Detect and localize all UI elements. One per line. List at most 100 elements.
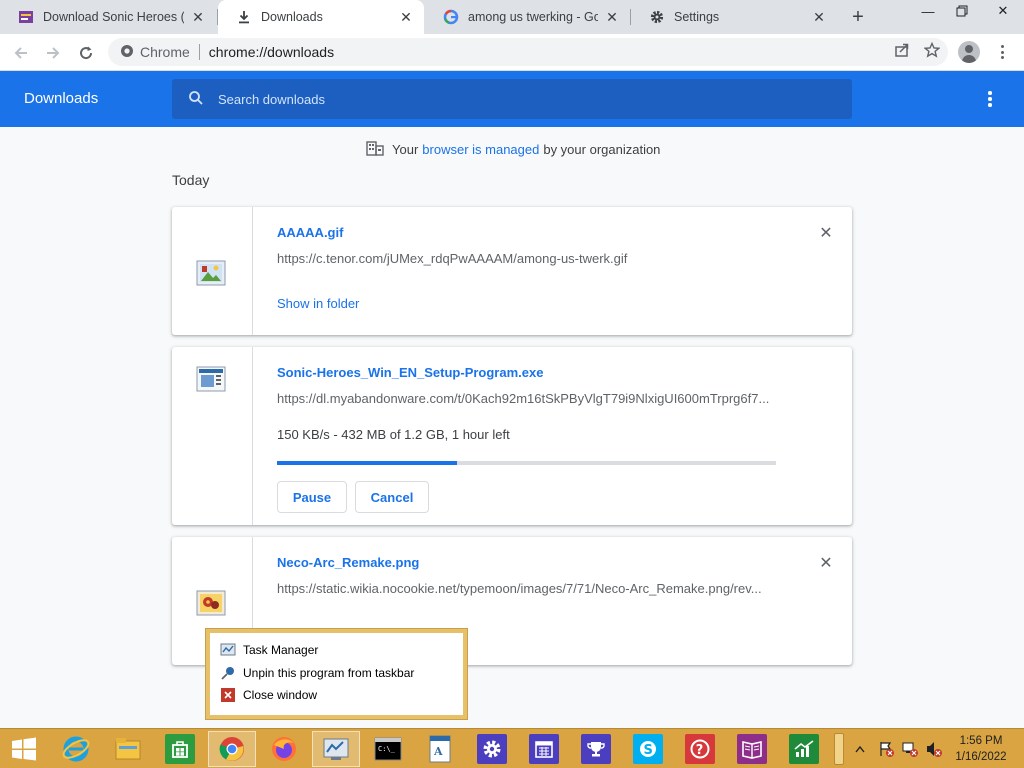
reload-icon[interactable] (73, 40, 99, 66)
minimize-icon[interactable]: — (912, 0, 944, 22)
tab-google-search[interactable]: among us twerking - Google Search ✕ (425, 0, 630, 34)
tab-close-icon[interactable]: ✕ (190, 9, 206, 25)
trophy-taskbar-icon[interactable] (572, 731, 620, 767)
file-name-link[interactable]: Neco-Arc_Remake.png (277, 555, 419, 570)
file-url[interactable]: https://static.wikia.nocookie.net/typemo… (277, 581, 777, 596)
firefox-taskbar-icon[interactable] (260, 731, 308, 767)
close-window-icon (220, 687, 236, 703)
managed-link[interactable]: browser is managed (422, 142, 539, 157)
search-downloads-input[interactable]: Search downloads (172, 79, 852, 119)
sonic-favicon-icon (18, 9, 34, 25)
remove-item-close-icon[interactable]: ✕ (818, 555, 834, 572)
clock-time: 1:56 PM (959, 735, 1003, 747)
restore-icon[interactable] (946, 0, 978, 22)
managed-notice: Your browser is managed by your organiza… (366, 140, 660, 159)
volume-muted-icon[interactable] (922, 740, 946, 758)
file-url[interactable]: https://dl.myabandonware.com/t/0Kach92m1… (277, 391, 777, 406)
file-name-link[interactable]: AAAAA.gif (277, 225, 343, 240)
url-text[interactable]: chrome://downloads (209, 44, 334, 60)
jump-list-label: Task Manager (243, 643, 319, 658)
jump-list-close-window[interactable]: Close window (220, 684, 453, 707)
task-manager-icon (220, 642, 236, 658)
tab-sonic-heroes[interactable]: Download Sonic Heroes (Windows) ✕ (0, 0, 216, 34)
browser-toolbar: Chrome chrome://downloads (0, 34, 1024, 71)
jump-list-task-manager[interactable]: Task Manager (220, 639, 453, 662)
task-manager-taskbar-icon[interactable] (312, 731, 360, 767)
svg-text:A: A (433, 745, 443, 758)
network-icon[interactable] (898, 740, 922, 758)
tab-close-icon[interactable]: ✕ (811, 9, 827, 25)
tab-close-icon[interactable]: ✕ (398, 9, 414, 25)
cancel-button[interactable]: Cancel (355, 481, 429, 513)
omnibox-divider (198, 44, 200, 60)
wordpad-taskbar-icon[interactable]: A (416, 731, 464, 767)
progress-fill (277, 461, 457, 465)
clock-date: 1/16/2022 (955, 751, 1007, 763)
file-name-link[interactable]: Sonic-Heroes_Win_EN_Setup-Program.exe (277, 365, 543, 380)
downloads-menu-icon[interactable] (982, 89, 998, 109)
bookmark-star-icon[interactable] (923, 41, 941, 62)
calendar-taskbar-icon[interactable] (520, 731, 568, 767)
settings-app-taskbar-icon[interactable] (468, 731, 516, 767)
chrome-taskbar-icon[interactable] (208, 731, 256, 767)
date-section-label: Today (172, 172, 210, 188)
tab-title: Download Sonic Heroes (Windows) (43, 10, 184, 24)
exe-file-icon (196, 366, 226, 392)
chrome-site-icon (120, 44, 134, 61)
download-item: AAAAA.gif https://c.tenor.com/jUMex_rdqP… (172, 207, 852, 335)
gear-icon (649, 9, 665, 25)
tab-downloads[interactable]: Downloads ✕ (218, 0, 424, 34)
help-taskbar-icon[interactable]: ? (676, 731, 724, 767)
remove-item-close-icon[interactable]: ✕ (818, 225, 834, 242)
file-url[interactable]: https://c.tenor.com/jUMex_rdqPwAAAAM/amo… (277, 251, 777, 266)
google-icon (443, 9, 459, 25)
profile-avatar-icon[interactable] (958, 41, 980, 63)
start-button[interactable] (0, 731, 48, 767)
download-status: 150 KB/s - 432 MB of 1.2 GB, 1 hour left (277, 427, 510, 442)
taskbar-scroll-handle[interactable] (832, 731, 846, 767)
finance-taskbar-icon[interactable] (780, 731, 828, 767)
back-arrow-icon[interactable] (8, 40, 34, 66)
download-progress-bar (277, 461, 776, 465)
reader-taskbar-icon[interactable] (728, 731, 776, 767)
download-item: Sonic-Heroes_Win_EN_Setup-Program.exe ht… (172, 347, 852, 525)
action-center-flag-icon[interactable] (874, 740, 898, 758)
svg-text:C:\_: C:\_ (378, 745, 396, 753)
tab-strip: Download Sonic Heroes (Windows) ✕ Downlo… (0, 0, 1024, 34)
command-prompt-taskbar-icon[interactable]: C:\_ (364, 731, 412, 767)
page-title: Downloads (24, 90, 99, 107)
share-icon[interactable] (894, 42, 910, 62)
skype-taskbar-icon[interactable]: S (624, 731, 672, 767)
unpin-icon (220, 665, 236, 681)
tab-title: Settings (674, 10, 720, 24)
windows-taskbar: C:\_ A S ? 1:56 PM 1/16/2022 (0, 728, 1024, 768)
download-icon (236, 9, 252, 25)
internet-explorer-taskbar-icon[interactable] (52, 731, 100, 767)
new-tab-button[interactable]: + (846, 5, 870, 29)
chrome-menu-icon[interactable] (994, 42, 1010, 62)
store-taskbar-icon[interactable] (156, 731, 204, 767)
show-in-folder-link[interactable]: Show in folder (277, 296, 359, 311)
forward-arrow-icon[interactable] (40, 40, 66, 66)
search-icon (188, 90, 204, 109)
svg-text:S: S (644, 743, 653, 758)
tab-title: Downloads (261, 10, 323, 24)
managed-suffix: by your organization (543, 142, 661, 157)
managed-prefix: Your (392, 142, 419, 157)
address-bar[interactable]: Chrome chrome://downloads (108, 38, 948, 66)
jump-list-unpin[interactable]: Unpin this program from taskbar (220, 662, 453, 685)
tab-settings[interactable]: Settings ✕ (631, 0, 837, 34)
building-icon (366, 140, 384, 159)
jump-list-label: Unpin this program from taskbar (243, 665, 415, 680)
taskbar-jump-list: Task Manager Unpin this program from tas… (205, 628, 468, 720)
taskbar-clock[interactable]: 1:56 PM 1/16/2022 (946, 733, 1016, 765)
downloads-header: Downloads Search downloads (0, 71, 1024, 127)
tab-close-icon[interactable]: ✕ (604, 9, 620, 25)
pause-button[interactable]: Pause (277, 481, 347, 513)
site-label: Chrome (140, 44, 190, 60)
file-explorer-taskbar-icon[interactable] (104, 731, 152, 767)
image-file-icon (196, 260, 226, 286)
show-hidden-icons-icon[interactable] (852, 745, 868, 753)
window-close-icon[interactable]: ✕ (982, 0, 1024, 22)
system-tray (852, 729, 946, 768)
